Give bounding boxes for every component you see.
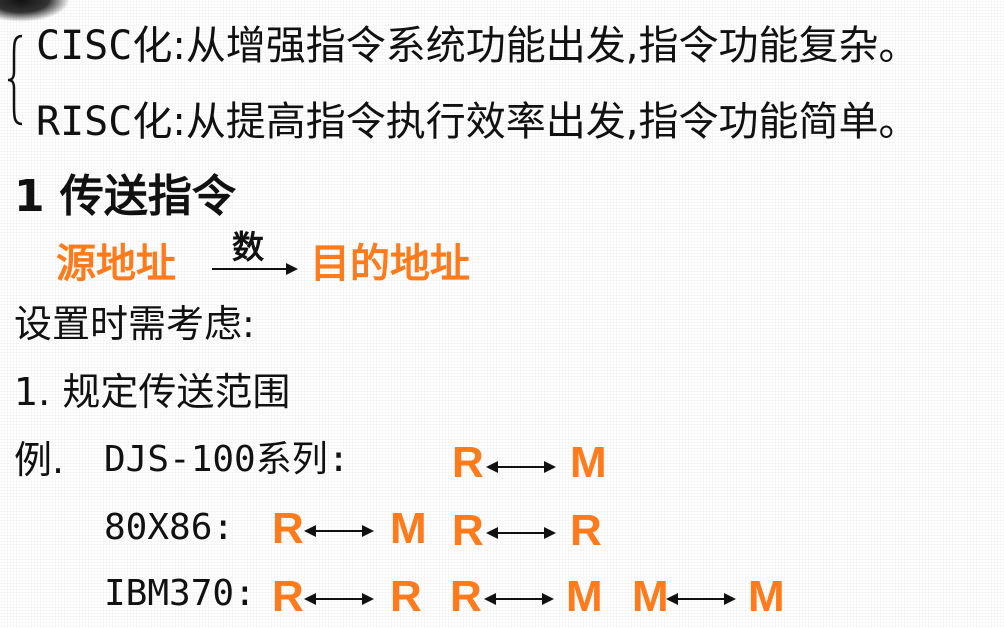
section-title: 1 传送指令	[14, 171, 236, 222]
double-arrow-icon	[666, 593, 736, 605]
x86-pair-1-left: R	[272, 504, 304, 553]
cisc-desc: 从增强指令系统功能出发,指令功能复杂。	[185, 23, 919, 69]
risc-desc: 从提高指令执行效率出发,指令功能简单。	[185, 99, 919, 145]
ibm-pair-2-right: M	[566, 572, 603, 621]
corner-decoration	[0, 0, 70, 22]
djs-pair-1-left: R	[452, 438, 484, 487]
ibm-pair-3-right: M	[748, 572, 785, 621]
double-arrow-icon	[486, 461, 556, 473]
x86-pair-2-left: R	[452, 506, 484, 555]
ibm-pair-1-right: R	[390, 572, 422, 621]
destination-address: 目的地址	[310, 241, 470, 287]
risc-line: RISC化:从提高指令执行效率出发,指令功能简单。	[36, 98, 919, 146]
considerations-heading: 设置时需考虑:	[14, 302, 255, 346]
right-arrow-icon	[212, 263, 298, 275]
cisc-line: CISC化:从增强指令系统功能出发,指令功能复杂。	[36, 22, 919, 70]
cisc-sep: :	[172, 23, 186, 69]
x86-pair-1-right: M	[390, 504, 427, 553]
brace-icon	[7, 34, 23, 126]
double-arrow-icon	[304, 525, 374, 537]
cisc-term: CISC化	[36, 23, 173, 69]
ibm-pair-3-left: M	[632, 572, 669, 621]
double-arrow-icon	[484, 593, 554, 605]
risc-sep: :	[172, 99, 186, 145]
double-arrow-icon	[304, 593, 374, 605]
djs-pair-1-right: M	[570, 438, 607, 487]
ibm-name: IBM370:	[104, 573, 256, 614]
example-label: 例.	[14, 438, 65, 482]
risc-term: RISC化	[36, 99, 173, 145]
consideration-item-1: 1. 规定传送范围	[14, 370, 291, 414]
ibm-pair-2-left: R	[450, 572, 482, 621]
x86-name: 80X86:	[104, 507, 235, 548]
djs-name: DJS-100系列:	[104, 439, 350, 480]
double-arrow-icon	[486, 527, 556, 539]
x86-pair-2-right: R	[570, 506, 602, 555]
ibm-pair-1-left: R	[272, 572, 304, 621]
arrow-label: 数	[232, 228, 265, 266]
source-address: 源地址	[56, 241, 176, 287]
